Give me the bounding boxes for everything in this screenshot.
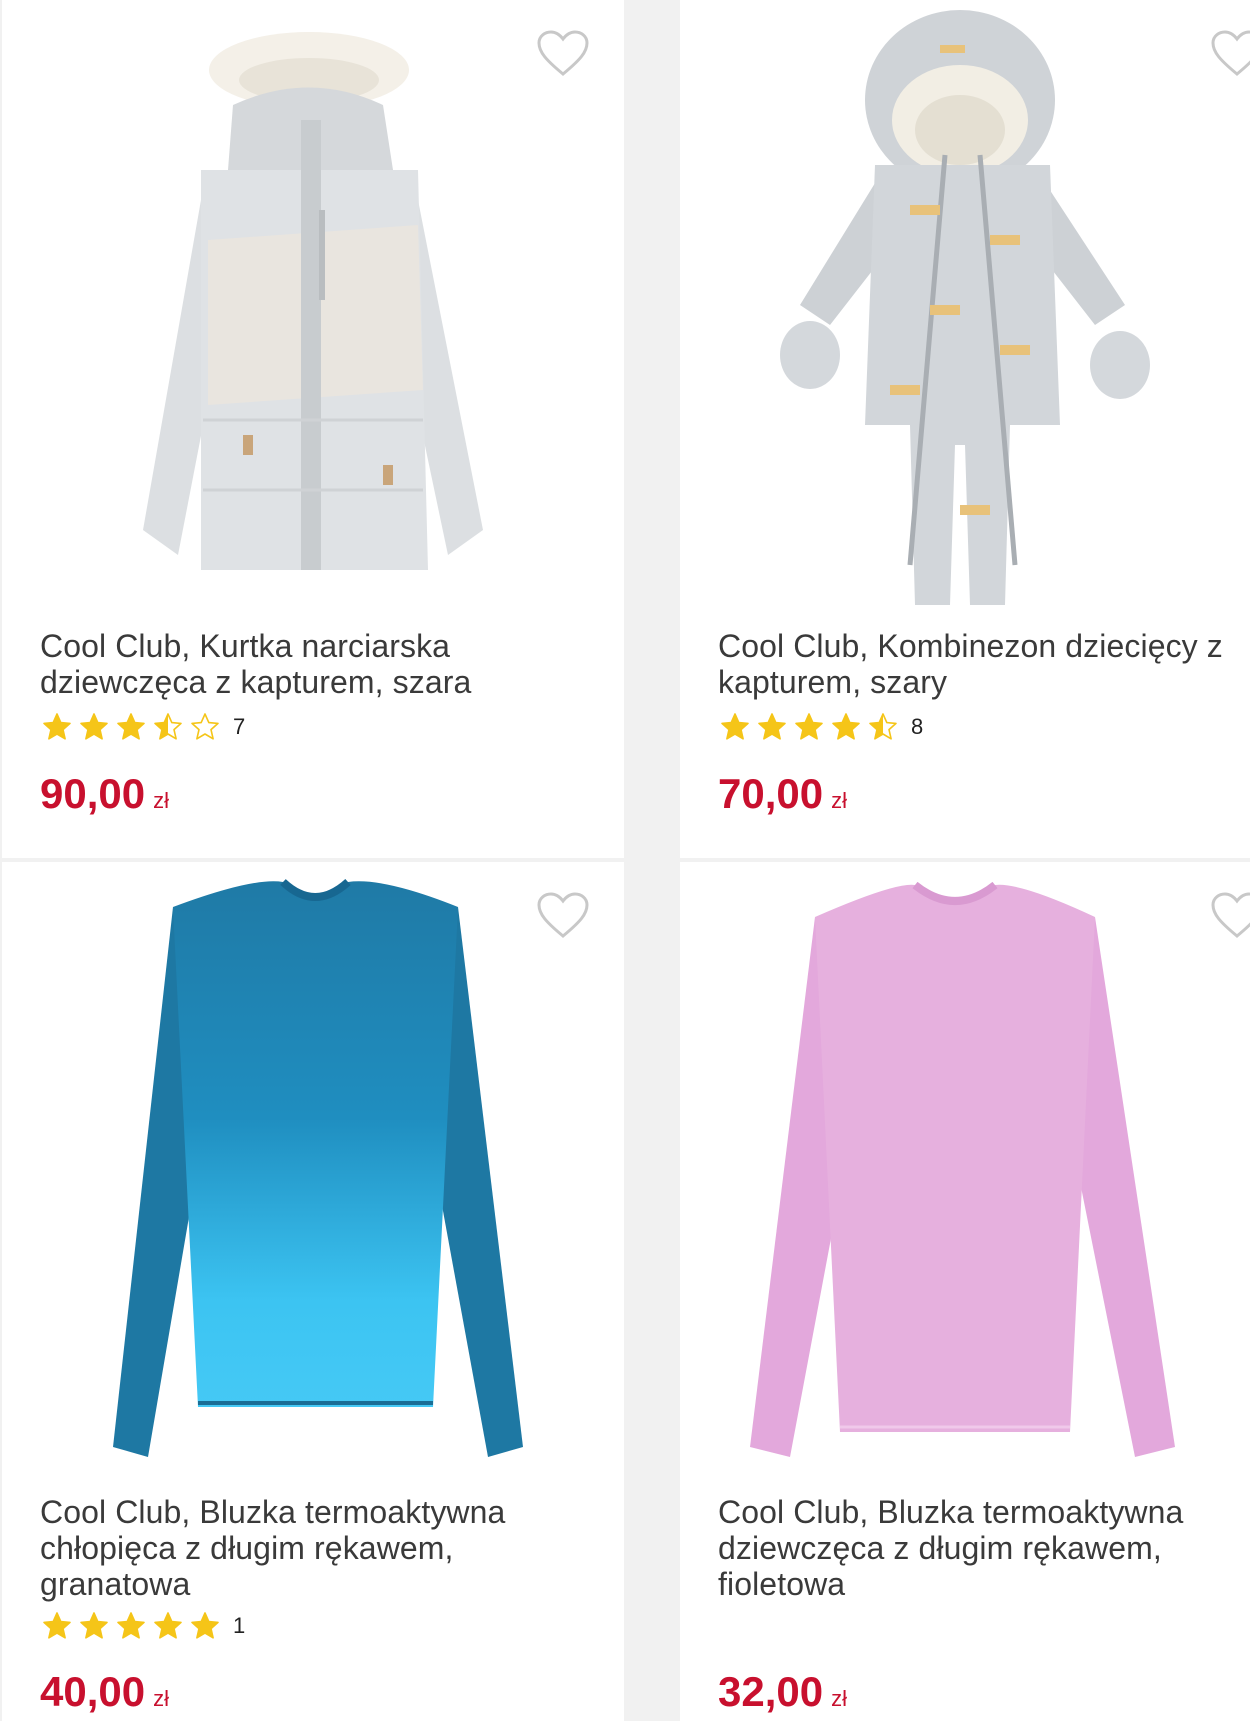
product-title[interactable]: Cool Club, Kurtka narciarska dziewczęca … — [40, 628, 580, 700]
product-image-snowsuit[interactable] — [680, 0, 1250, 620]
product-rating: 8 — [720, 712, 923, 742]
wishlist-heart-icon[interactable] — [1210, 30, 1250, 78]
star-full-icon — [80, 1612, 108, 1639]
price-value: 70,00 — [718, 770, 824, 817]
star-full-icon — [721, 713, 749, 740]
product-image-blue-shirt[interactable] — [2, 862, 624, 1482]
wishlist-heart-icon[interactable] — [1210, 892, 1250, 940]
star-full-icon — [758, 713, 786, 740]
star-full-icon — [832, 713, 860, 740]
product-rating: 1 — [42, 1611, 245, 1641]
product-title[interactable]: Cool Club, Bluzka termoaktywna chłopięca… — [40, 1494, 580, 1602]
product-grid: Cool Club, Kurtka narciarska dziewczęca … — [0, 0, 1250, 1721]
product-image-pink-shirt[interactable] — [680, 862, 1250, 1482]
star-full-icon — [80, 713, 108, 740]
price-currency: zł — [153, 788, 169, 813]
rating-count: 8 — [911, 714, 924, 739]
rating-count: 7 — [233, 714, 246, 739]
rating-stars — [720, 712, 898, 742]
wishlist-heart-icon[interactable] — [536, 892, 590, 940]
star-full-icon — [43, 713, 71, 740]
star-empty-icon — [191, 713, 219, 740]
star-half-icon — [869, 713, 897, 740]
star-full-icon — [795, 713, 823, 740]
product-title[interactable]: Cool Club, Bluzka termoaktywna dziewczęc… — [718, 1494, 1238, 1602]
product-rating: 7 — [42, 712, 245, 742]
star-full-icon — [117, 713, 145, 740]
price-currency: zł — [831, 788, 847, 813]
product-image-jacket[interactable] — [2, 0, 624, 620]
price-value: 32,00 — [718, 1668, 824, 1715]
star-half-icon — [154, 713, 182, 740]
star-full-icon — [191, 1612, 219, 1639]
rating-count: 1 — [233, 1613, 246, 1638]
star-full-icon — [43, 1612, 71, 1639]
rating-stars — [42, 1611, 220, 1641]
product-price: 32,00 zł — [718, 1668, 847, 1721]
product-card[interactable]: Cool Club, Kombinezon dziecięcy z kaptur… — [680, 0, 1250, 858]
product-card[interactable]: Cool Club, Bluzka termoaktywna chłopięca… — [2, 862, 624, 1721]
product-price: 70,00 zł — [718, 770, 847, 825]
star-full-icon — [154, 1612, 182, 1639]
rating-stars — [42, 712, 220, 742]
product-card[interactable]: Cool Club, Bluzka termoaktywna dziewczęc… — [680, 862, 1250, 1721]
wishlist-heart-icon[interactable] — [536, 30, 590, 78]
star-full-icon — [117, 1612, 145, 1639]
product-price: 40,00 zł — [40, 1668, 169, 1721]
price-value: 90,00 — [40, 770, 146, 817]
price-value: 40,00 — [40, 1668, 146, 1715]
product-price: 90,00 zł — [40, 770, 169, 825]
product-card[interactable]: Cool Club, Kurtka narciarska dziewczęca … — [2, 0, 624, 858]
price-currency: zł — [831, 1686, 847, 1711]
price-currency: zł — [153, 1686, 169, 1711]
product-title[interactable]: Cool Club, Kombinezon dziecięcy z kaptur… — [718, 628, 1238, 700]
